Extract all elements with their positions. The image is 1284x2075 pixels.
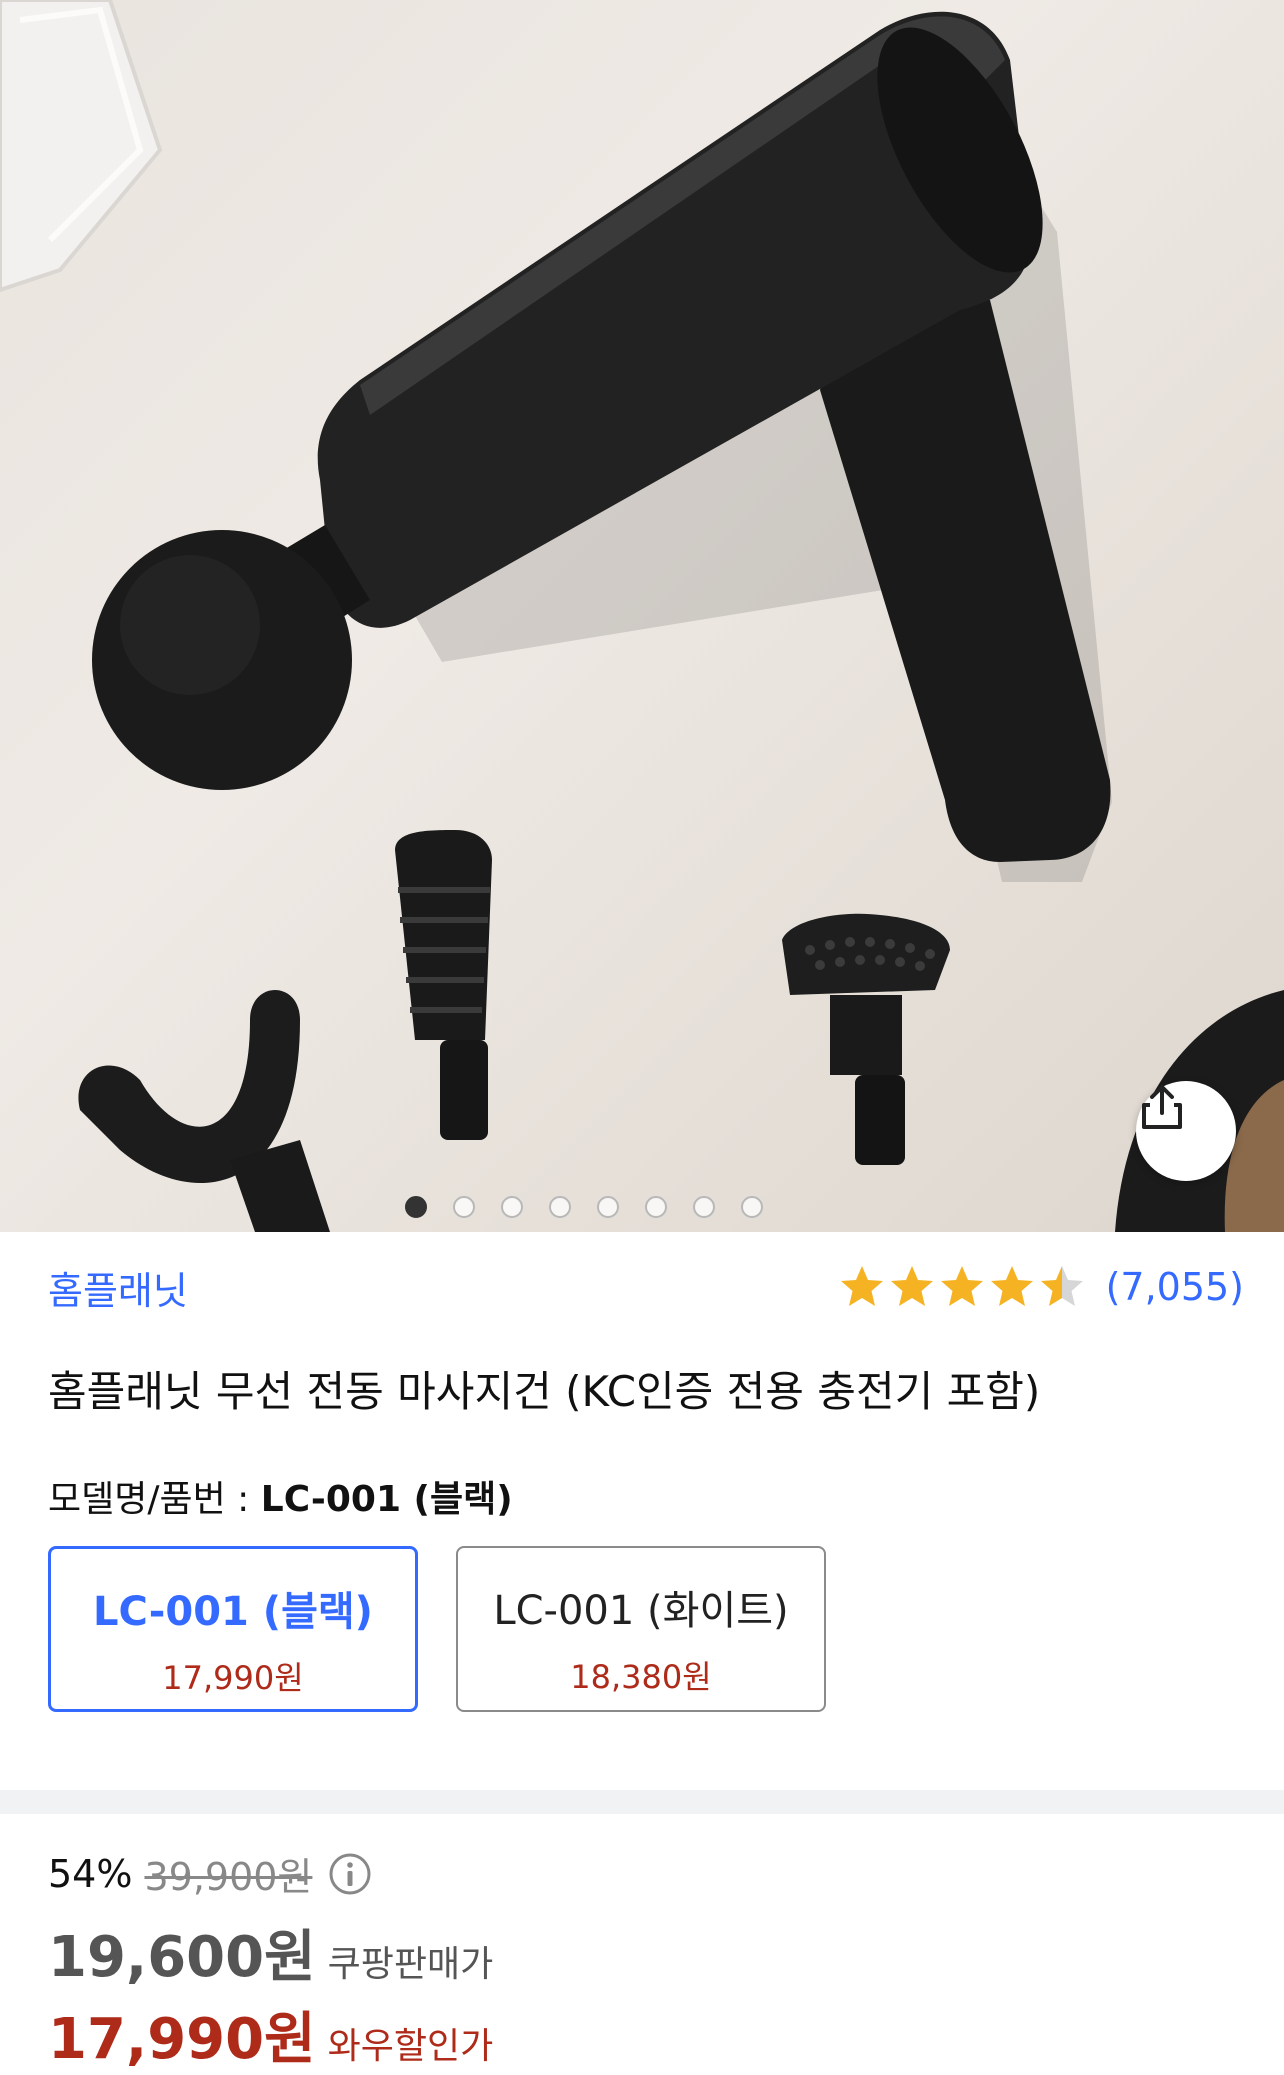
gallery-dot[interactable] [645,1196,667,1218]
option-name: LC-001 (블랙) [93,1589,373,1635]
model-label-prefix: 모델명/품번 : [48,1479,261,1520]
rating-summary[interactable]: (7,055) [838,1263,1244,1311]
coupang-price: 19,600원 [48,1925,316,1990]
star-icon [890,1266,933,1306]
gallery-dot[interactable] [597,1196,619,1218]
wow-price-row: 17,990원 와우할인가 [48,1994,493,2075]
star-icon [840,1266,883,1306]
original-price: 39,900원 [144,1855,313,1899]
gallery-dot[interactable] [741,1196,763,1218]
option-black[interactable]: LC-001 (블랙) 17,990원 [48,1546,418,1712]
gallery-pagination [0,1196,1226,1218]
option-price: 17,990원 [162,1659,304,1697]
option-name: LC-001 (화이트) [493,1588,789,1634]
coupang-price-label: 쿠팡판매가 [327,1944,494,1985]
info-icon[interactable] [328,1852,372,1896]
share-button[interactable] [1136,1081,1236,1181]
star-icon [990,1266,1033,1306]
share-icon [1142,1085,1182,1129]
brand-rating-row: 홈플래닛 (7,055) [48,1260,1244,1315]
gallery-dot[interactable] [501,1196,523,1218]
coupang-price-row: 19,600원 쿠팡판매가 [48,1912,493,1993]
option-white[interactable]: LC-001 (화이트) 18,380원 [456,1546,826,1712]
option-price: 18,380원 [570,1658,712,1696]
product-title: 홈플래닛 무선 전동 마사지건 (KC인증 전용 충전기 포함) [48,1367,1041,1416]
gallery-dot[interactable] [693,1196,715,1218]
model-label: 모델명/품번 : LC-001 (블랙) [48,1470,513,1522]
massage-gun-illustration [0,0,1284,1232]
discount-rate: 54% [48,1851,133,1896]
review-count[interactable]: (7,055) [1106,1265,1244,1309]
star-rating [838,1263,1086,1311]
star-icon [940,1266,983,1306]
star-icon [1040,1266,1083,1306]
product-image[interactable] [0,0,1284,1232]
gallery-dot[interactable] [405,1196,427,1218]
model-selected-value: LC-001 (블랙) [260,1479,513,1520]
section-divider [0,1790,1284,1814]
brand-link[interactable]: 홈플래닛 [48,1260,188,1315]
wow-price-label: 와우할인가 [327,2026,494,2067]
gallery-dot[interactable] [549,1196,571,1218]
discount-row: 54% 39,900원 [48,1846,372,1901]
gallery-dot[interactable] [453,1196,475,1218]
wow-price: 17,990원 [48,2007,316,2072]
